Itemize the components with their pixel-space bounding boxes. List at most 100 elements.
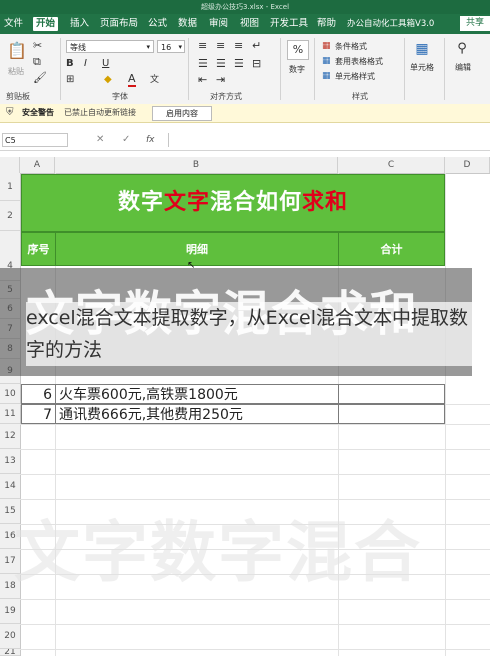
- row-header[interactable]: 21: [0, 649, 20, 656]
- ribbon-separator: [404, 38, 405, 100]
- grid-line: [20, 474, 490, 475]
- conditional-format-icon: ▦: [322, 41, 331, 51]
- format-painter-icon[interactable]: 🖌: [33, 72, 47, 84]
- row-header[interactable]: 13: [0, 449, 20, 474]
- indent-decrease-icon[interactable]: ⇤: [198, 74, 207, 86]
- menu-data[interactable]: 数据: [178, 17, 197, 31]
- table-row-detail[interactable]: 通讯费666元,其他费用250元: [55, 404, 339, 424]
- bold-button[interactable]: B: [66, 58, 74, 70]
- copy-icon[interactable]: ⧉: [33, 56, 41, 68]
- table-row-seq[interactable]: 7: [21, 404, 56, 424]
- cell-style-button[interactable]: 单元格样式: [335, 71, 375, 82]
- row-header[interactable]: 11: [0, 404, 20, 424]
- row-header[interactable]: 12: [0, 424, 20, 449]
- cancel-icon[interactable]: ✕: [96, 134, 104, 146]
- ribbon-separator: [314, 38, 315, 100]
- cells-label[interactable]: 单元格: [410, 62, 434, 73]
- border-icon[interactable]: ⊞: [66, 74, 74, 86]
- font-size-select[interactable]: 16 ▾: [157, 40, 185, 53]
- font-size-value: 16: [161, 43, 172, 52]
- ribbon: 📋 粘贴 ✂ ⧉ 🖌 剪贴板 等线 ▾ 16 ▾ B I U ⊞ ◆ A 文 字…: [0, 34, 490, 105]
- menu-office-toolbox[interactable]: 办公自动化工具箱V3.0: [347, 17, 434, 31]
- table-row-total[interactable]: [338, 384, 445, 404]
- column-header-a[interactable]: A: [20, 157, 55, 173]
- column-header-c[interactable]: C: [338, 157, 445, 173]
- sheet-title: 数字文字混合如何求和: [22, 189, 444, 217]
- header-detail-cell[interactable]: 明细: [55, 232, 339, 266]
- header-seq-cell[interactable]: 序号: [21, 232, 56, 266]
- paste-label[interactable]: 粘贴: [8, 66, 24, 77]
- fill-color-icon[interactable]: ◆: [104, 74, 112, 86]
- menu-page-layout[interactable]: 页面布局: [100, 17, 138, 31]
- caption-subtitle: excel混合文本提取数字，从Excel混合文本中提取数字的方法: [26, 302, 472, 366]
- confirm-icon[interactable]: ✓: [122, 134, 130, 146]
- merge-center-icon[interactable]: ⊟: [252, 58, 261, 70]
- fx-icon[interactable]: fx: [146, 134, 155, 146]
- column-header-b[interactable]: B: [55, 157, 338, 173]
- percent-icon[interactable]: %: [287, 40, 309, 60]
- wrap-text-icon[interactable]: ↵: [252, 40, 261, 52]
- editing-label[interactable]: 编辑: [455, 62, 471, 73]
- watermark-text: 文字数字混合: [14, 514, 422, 591]
- column-headers: A B C D: [0, 157, 490, 174]
- clipboard-group-label: 剪贴板: [6, 92, 30, 101]
- shield-icon: ⛨: [6, 107, 14, 118]
- window-title-bar: 超级办公技巧3.xlsx - Excel: [0, 0, 490, 14]
- phonetic-icon[interactable]: 文: [150, 74, 159, 86]
- row-header[interactable]: 14: [0, 474, 20, 499]
- font-color-icon[interactable]: A: [128, 73, 136, 87]
- paste-icon[interactable]: 📋: [7, 40, 27, 62]
- share-button[interactable]: 共享: [460, 16, 490, 31]
- align-center-icon[interactable]: ☰: [216, 58, 226, 70]
- table-format-button[interactable]: 套用表格格式: [335, 56, 383, 67]
- row-header[interactable]: 10: [0, 384, 20, 404]
- cells-icon[interactable]: ▦: [412, 40, 432, 58]
- number-label[interactable]: 数字: [289, 64, 305, 75]
- indent-increase-icon[interactable]: ⇥: [216, 74, 225, 86]
- formula-input[interactable]: [168, 133, 490, 147]
- menu-bar: 文件 开始 插入 页面布局 公式 数据 审阅 视图 开发工具 帮助 办公自动化工…: [0, 14, 490, 34]
- menu-formulas[interactable]: 公式: [148, 17, 167, 31]
- column-header-d[interactable]: D: [445, 157, 490, 173]
- grid-line: [20, 624, 490, 625]
- align-right-icon[interactable]: ☰: [234, 58, 244, 70]
- row-header[interactable]: 2: [0, 201, 20, 231]
- table-row-detail[interactable]: 火车票600元,高铁票1800元: [55, 384, 339, 404]
- search-icon[interactable]: ⚲: [452, 40, 472, 58]
- grid-line: [20, 449, 490, 450]
- select-all-corner[interactable]: [0, 157, 20, 173]
- align-middle-icon[interactable]: ≡: [216, 40, 225, 52]
- cut-icon[interactable]: ✂: [33, 40, 42, 52]
- menu-view[interactable]: 视图: [240, 17, 259, 31]
- alignment-group-label: 对齐方式: [210, 92, 242, 101]
- row-header[interactable]: 20: [0, 624, 20, 649]
- menu-help[interactable]: 帮助: [317, 17, 336, 31]
- sheet-title-cell[interactable]: 数字文字混合如何求和: [21, 174, 445, 232]
- underline-button[interactable]: U: [102, 58, 109, 70]
- row-header[interactable]: 19: [0, 599, 20, 624]
- italic-button[interactable]: I: [84, 58, 87, 70]
- align-top-icon[interactable]: ≡: [198, 40, 207, 52]
- font-group-label: 字体: [112, 92, 128, 101]
- menu-home[interactable]: 开始: [33, 17, 59, 31]
- chevron-down-icon: ▾: [178, 43, 182, 51]
- security-warning-message: 已禁止自动更新链接: [64, 108, 136, 117]
- name-box[interactable]: C5: [2, 133, 68, 147]
- menu-developer[interactable]: 开发工具: [270, 17, 308, 31]
- menu-insert[interactable]: 插入: [70, 17, 89, 31]
- row-header[interactable]: 1: [0, 173, 20, 201]
- menu-file[interactable]: 文件: [4, 17, 23, 31]
- font-name-select[interactable]: 等线 ▾: [66, 40, 154, 53]
- enable-content-button[interactable]: 启用内容: [152, 106, 212, 121]
- menu-review[interactable]: 审阅: [209, 17, 228, 31]
- align-bottom-icon[interactable]: ≡: [234, 40, 243, 52]
- table-row-seq[interactable]: 6: [21, 384, 56, 404]
- title-part: 混合如何: [210, 190, 303, 215]
- security-warning-bar: ⛨ 安全警告 已禁止自动更新链接 启用内容: [0, 104, 490, 123]
- align-left-icon[interactable]: ☰: [198, 58, 208, 70]
- ribbon-separator: [60, 38, 61, 100]
- table-row-total[interactable]: [338, 404, 445, 424]
- conditional-format-button[interactable]: 条件格式: [335, 41, 367, 52]
- header-total-cell[interactable]: 合计: [338, 232, 445, 266]
- styles-group-label: 样式: [352, 92, 368, 101]
